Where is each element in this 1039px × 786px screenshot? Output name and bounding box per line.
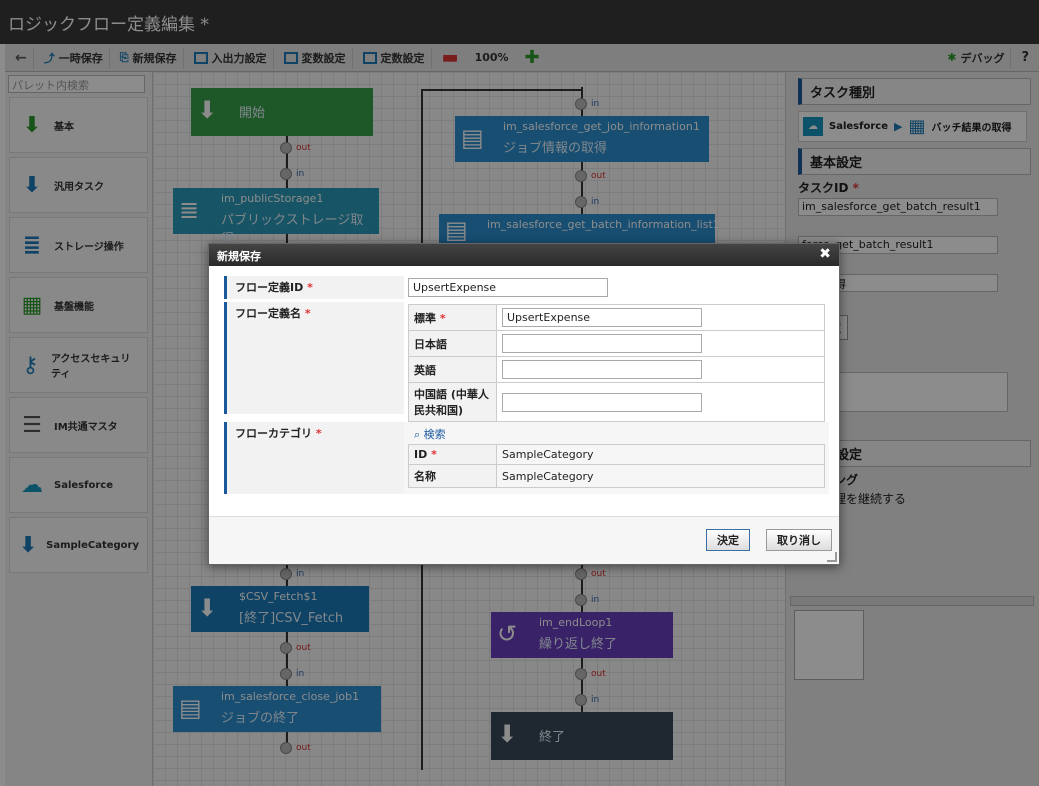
close-icon[interactable]: ✖ — [819, 246, 831, 262]
dialog-footer: 決定 取り消し — [209, 516, 839, 564]
table-row: 名称 SampleCategory — [408, 464, 825, 488]
category-name-value: SampleCategory — [496, 464, 825, 488]
category-id-label: ID * — [408, 444, 497, 465]
name-lang-text: 中国語 (中華人民共和国) — [414, 388, 489, 417]
name-input-cell — [496, 356, 825, 383]
name-lang-label: 中国語 (中華人民共和国) — [408, 382, 497, 422]
category-field: ⌕ 検索 ID * SampleCategory 名称 SampleCatego… — [404, 422, 829, 494]
name-lang-label: 日本語 — [408, 330, 497, 357]
required-mark: * — [315, 427, 322, 440]
cancel-button[interactable]: 取り消し — [766, 529, 832, 551]
category-id-label-text: ID — [414, 448, 428, 461]
flow-name-field: 標準 * UpsertExpense 日本語英語中国語 (中華人民共和国) — [404, 302, 829, 422]
table-row: ID * SampleCategory — [408, 444, 825, 465]
name-input-cell: UpsertExpense — [496, 304, 825, 331]
resize-handle[interactable] — [827, 552, 837, 562]
required-mark: * — [304, 307, 311, 320]
table-row: 英語 — [408, 356, 825, 383]
flow-name-label-text: フロー定義名 — [235, 307, 301, 320]
name-lang-text: 標準 — [414, 311, 436, 325]
dialog-header: 新規保存 ✖ — [209, 244, 839, 266]
name-lang-text: 日本語 — [414, 337, 447, 351]
category-table: ID * SampleCategory 名称 SampleCategory — [408, 444, 825, 488]
category-row: フローカテゴリ * ⌕ 検索 ID * SampleCategory 名称 Sa… — [224, 422, 829, 494]
dialog-title: 新規保存 — [217, 250, 261, 263]
table-row: 中国語 (中華人民共和国) — [408, 382, 825, 422]
flow-name-table: 標準 * UpsertExpense 日本語英語中国語 (中華人民共和国) — [408, 304, 825, 422]
flow-id-input[interactable]: UpsertExpense — [408, 278, 608, 297]
required-mark: * — [307, 281, 313, 294]
required-mark: * — [431, 448, 437, 461]
search-icon: ⌕ — [414, 428, 421, 441]
search-link-label: 検索 — [423, 428, 446, 441]
required-mark: * — [439, 311, 446, 325]
table-row: 日本語 — [408, 330, 825, 357]
name-input-cell — [496, 382, 825, 422]
name-input[interactable] — [502, 392, 702, 412]
name-lang-text: 英語 — [414, 363, 436, 377]
flow-id-row: フロー定義ID * UpsertExpense — [224, 276, 829, 299]
category-name-label: 名称 — [408, 464, 497, 488]
name-lang-label: 英語 — [408, 356, 497, 383]
name-input[interactable] — [502, 360, 702, 379]
flow-id-label-text: フロー定義ID — [235, 281, 304, 294]
flow-id-field: UpsertExpense — [404, 276, 829, 299]
category-id-value: SampleCategory — [496, 444, 825, 465]
name-input-cell — [496, 330, 825, 357]
table-row: 標準 * UpsertExpense — [408, 304, 825, 331]
category-label-text: フローカテゴリ — [235, 427, 312, 440]
new-save-dialog: 新規保存 ✖ フロー定義ID * UpsertExpense フロー定義名 * … — [208, 243, 840, 565]
flow-name-row: フロー定義名 * 標準 * UpsertExpense 日本語英語中国語 (中華人民… — [224, 302, 829, 422]
category-label: フローカテゴリ * — [224, 422, 404, 494]
flow-id-label: フロー定義ID * — [224, 276, 404, 299]
flow-name-label: フロー定義名 * — [224, 302, 404, 414]
name-input[interactable] — [502, 334, 702, 353]
name-lang-label: 標準 * — [408, 304, 497, 331]
category-search-link[interactable]: ⌕ 検索 — [408, 424, 825, 444]
ok-button[interactable]: 決定 — [706, 529, 750, 551]
name-input[interactable]: UpsertExpense — [502, 308, 702, 327]
